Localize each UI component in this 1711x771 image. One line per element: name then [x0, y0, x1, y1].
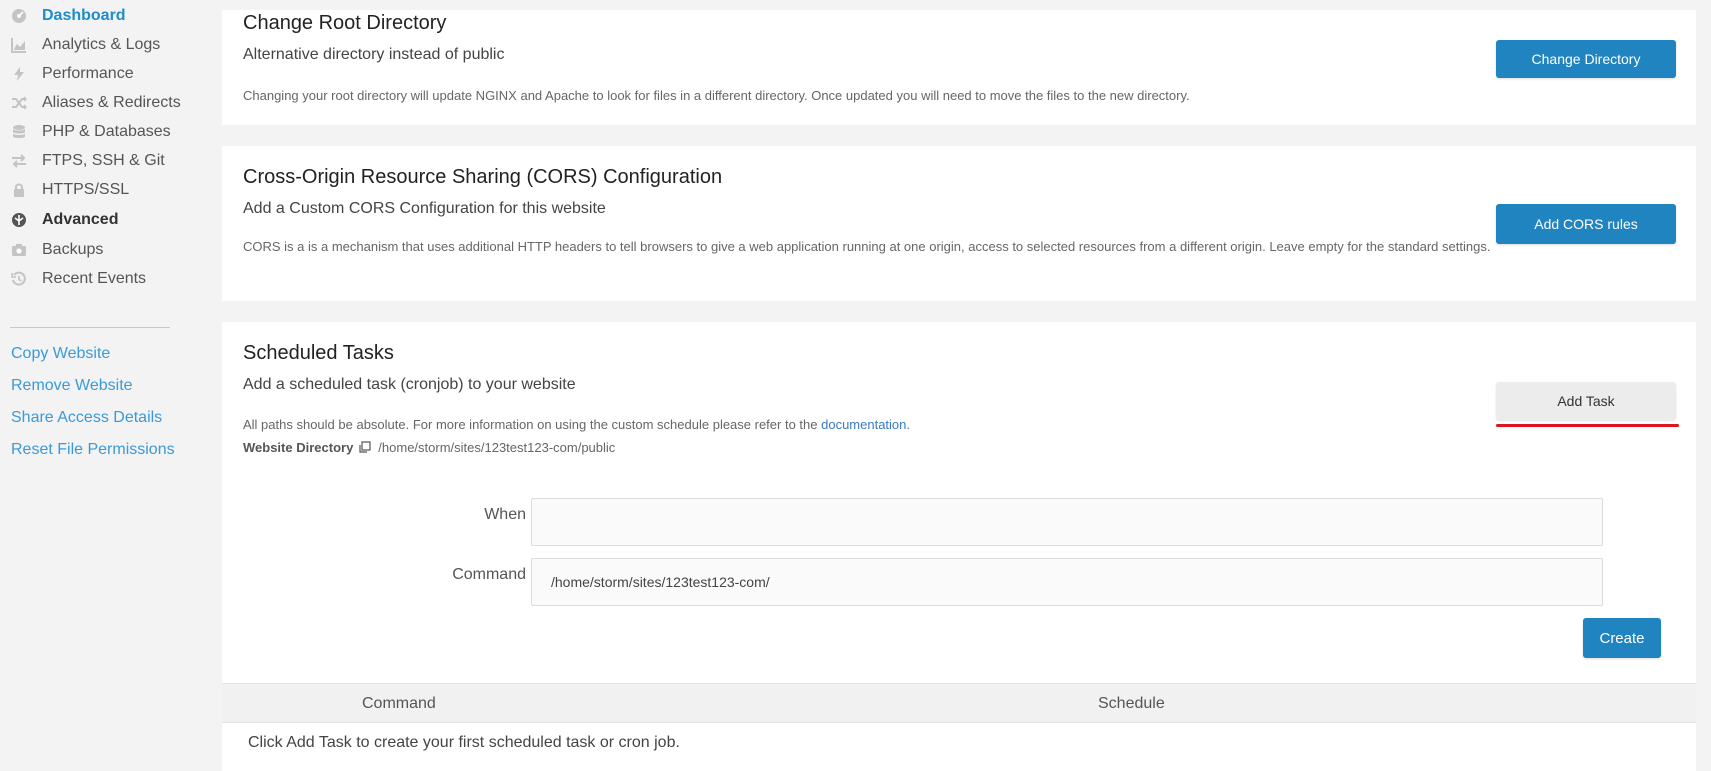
- sidebar-item-label: PHP & Databases: [42, 123, 171, 140]
- sidebar-divider: [10, 327, 170, 328]
- documentation-link[interactable]: documentation: [821, 417, 906, 432]
- bolt-icon: [10, 65, 28, 83]
- sidebar: Dashboard Analytics & Logs Performance A…: [0, 0, 205, 771]
- copy-icon[interactable]: [358, 441, 371, 454]
- scheduled-tasks-card: Scheduled Tasks Add a scheduled task (cr…: [222, 322, 1696, 771]
- when-input[interactable]: [531, 498, 1603, 546]
- advanced-icon: [10, 211, 28, 229]
- sidebar-item-dashboard[interactable]: Dashboard: [10, 4, 126, 28]
- chart-icon: [10, 36, 28, 54]
- remove-website-link[interactable]: Remove Website: [11, 377, 133, 395]
- sidebar-item-analytics[interactable]: Analytics & Logs: [10, 33, 160, 57]
- command-input[interactable]: [531, 558, 1603, 606]
- cors-card: Cross-Origin Resource Sharing (CORS) Con…: [222, 146, 1696, 301]
- card-description: CORS is a is a mechanism that uses addit…: [243, 239, 1491, 254]
- card-subtitle: Add a scheduled task (cronjob) to your w…: [243, 376, 576, 393]
- sidebar-item-label: Advanced: [42, 211, 119, 228]
- card-subtitle: Add a Custom CORS Configuration for this…: [243, 200, 606, 217]
- dashboard-icon: [10, 7, 28, 25]
- database-icon: [10, 123, 28, 141]
- sidebar-item-label: Aliases & Redirects: [42, 94, 181, 111]
- sidebar-item-php-databases[interactable]: PHP & Databases: [10, 120, 171, 144]
- create-button[interactable]: Create: [1583, 618, 1661, 658]
- sidebar-item-label: Backups: [42, 241, 104, 258]
- sidebar-item-label: Analytics & Logs: [42, 36, 161, 53]
- red-highlight-underline: [1496, 424, 1679, 427]
- card-title: Cross-Origin Resource Sharing (CORS) Con…: [243, 166, 723, 188]
- card-subtitle: Alternative directory instead of public: [243, 46, 505, 63]
- lock-icon: [10, 181, 28, 199]
- website-directory-label: Website Directory: [243, 440, 354, 455]
- sidebar-item-label: FTPS, SSH & Git: [42, 152, 165, 169]
- sidebar-item-label: Performance: [42, 65, 134, 82]
- shuffle-icon: [10, 94, 28, 112]
- camera-icon: [10, 241, 28, 259]
- copy-website-link[interactable]: Copy Website: [11, 345, 110, 363]
- root-directory-card: Change Root Directory Alternative direct…: [222, 10, 1696, 125]
- sidebar-item-aliases[interactable]: Aliases & Redirects: [10, 91, 181, 115]
- sidebar-item-ftps-ssh-git[interactable]: FTPS, SSH & Git: [10, 149, 165, 173]
- sidebar-item-label: Dashboard: [42, 7, 126, 24]
- exchange-icon: [10, 152, 28, 170]
- card-description: Changing your root directory will update…: [243, 88, 1190, 103]
- command-label: Command: [452, 566, 526, 583]
- website-directory-row: Website Directory /home/storm/sites/123t…: [243, 436, 615, 459]
- share-access-details-link[interactable]: Share Access Details: [11, 409, 162, 427]
- history-icon: [10, 270, 28, 288]
- column-header-command: Command: [362, 695, 436, 712]
- description-end: .: [906, 417, 911, 432]
- sidebar-item-recent-events[interactable]: Recent Events: [10, 267, 146, 291]
- sidebar-item-advanced[interactable]: Advanced: [10, 208, 118, 232]
- add-cors-rules-button[interactable]: Add CORS rules: [1496, 204, 1676, 244]
- card-description: All paths should be absolute. For more i…: [243, 413, 1483, 436]
- description-text: All paths should be absolute. For more i…: [243, 417, 822, 432]
- add-task-button[interactable]: Add Task: [1496, 382, 1676, 420]
- sidebar-item-https-ssl[interactable]: HTTPS/SSL: [10, 178, 129, 202]
- sidebar-item-label: Recent Events: [42, 270, 147, 287]
- sidebar-item-performance[interactable]: Performance: [10, 62, 134, 86]
- sidebar-item-label: HTTPS/SSL: [42, 181, 130, 198]
- when-label: When: [484, 506, 526, 523]
- change-directory-button[interactable]: Change Directory: [1496, 40, 1676, 78]
- sidebar-item-backups[interactable]: Backups: [10, 238, 103, 262]
- tasks-table-header: Command Schedule: [222, 683, 1696, 723]
- website-directory-path: /home/storm/sites/123test123-com/public: [378, 440, 616, 455]
- card-title: Change Root Directory: [243, 12, 447, 34]
- reset-file-permissions-link[interactable]: Reset File Permissions: [11, 441, 175, 459]
- card-title: Scheduled Tasks: [243, 342, 394, 364]
- column-header-schedule: Schedule: [1098, 695, 1165, 712]
- tasks-empty-message: Click Add Task to create your first sche…: [248, 734, 680, 751]
